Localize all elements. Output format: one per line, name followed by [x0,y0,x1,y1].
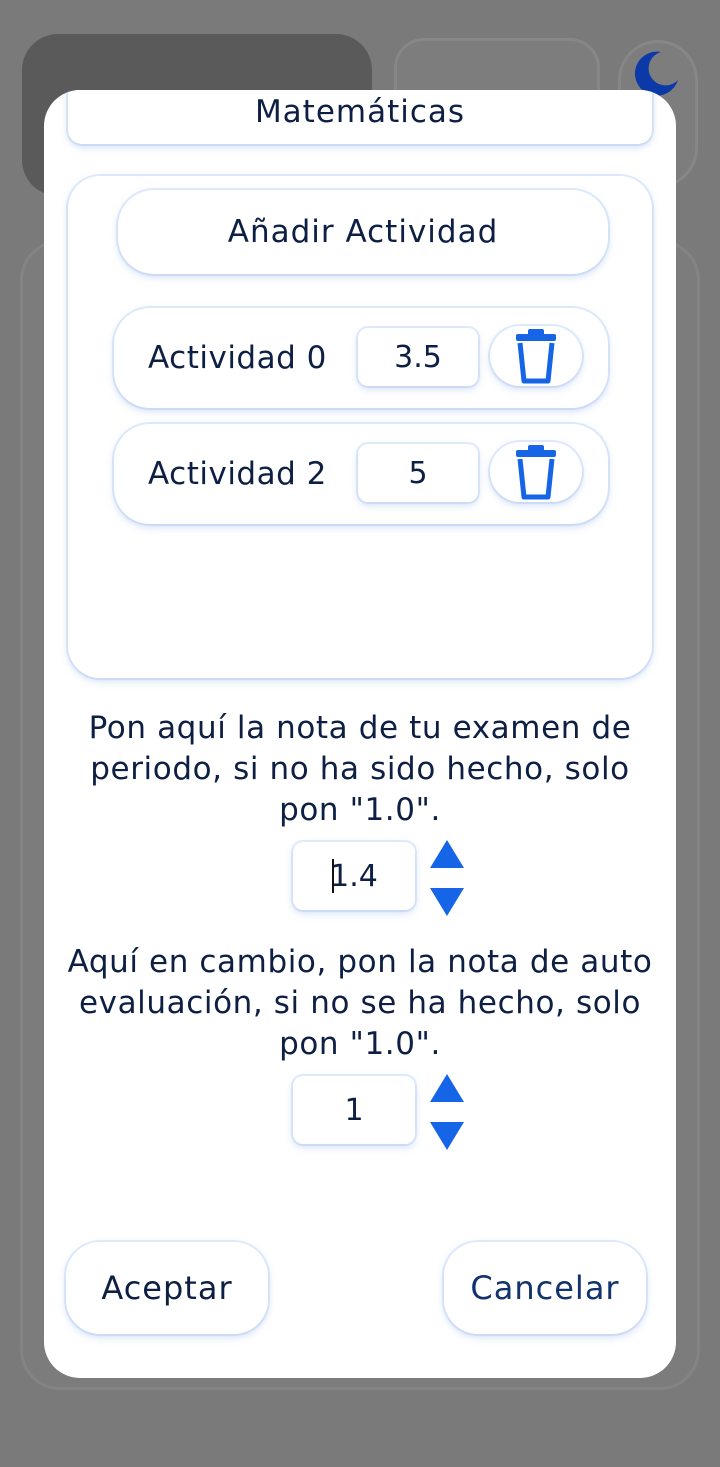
decrement-arrow-icon[interactable] [430,888,464,916]
subject-title: Matemáticas [68,90,652,144]
trash-icon [516,445,556,500]
edit-subject-dialog: Matemáticas Añadir Actividad Actividad 0… [44,90,676,1378]
exam-instruction: Pon aquí la nota de tu examen de periodo… [88,710,632,828]
activity-grade-input[interactable] [358,444,478,502]
increment-arrow-icon[interactable] [430,1074,464,1102]
text-caret [332,859,334,893]
trash-icon [516,329,556,384]
delete-activity-button[interactable] [490,442,582,502]
activity-name: Actividad 0 [148,340,327,376]
delete-activity-button[interactable] [490,326,582,386]
self-eval-instruction: Aquí en cambio, pon la nota de auto eval… [67,944,653,1062]
activity-row: Actividad 0 [114,308,608,408]
decrement-arrow-icon[interactable] [430,1122,464,1150]
increment-arrow-icon[interactable] [430,840,464,868]
accept-button[interactable]: Aceptar [66,1242,268,1334]
add-activity-button[interactable]: Añadir Actividad [118,190,608,274]
self-eval-grade-input[interactable] [293,1076,415,1144]
exam-grade-input[interactable] [293,842,415,910]
cancel-button[interactable]: Cancelar [444,1242,646,1334]
activity-row: Actividad 2 [114,424,608,524]
activity-grade-input[interactable] [358,328,478,386]
self-eval-grade-stepper [428,1074,466,1150]
activities-list: Añadir Actividad Actividad 0 Actividad 2 [68,176,652,678]
activity-name: Actividad 2 [148,456,327,492]
exam-grade-stepper [428,840,466,916]
